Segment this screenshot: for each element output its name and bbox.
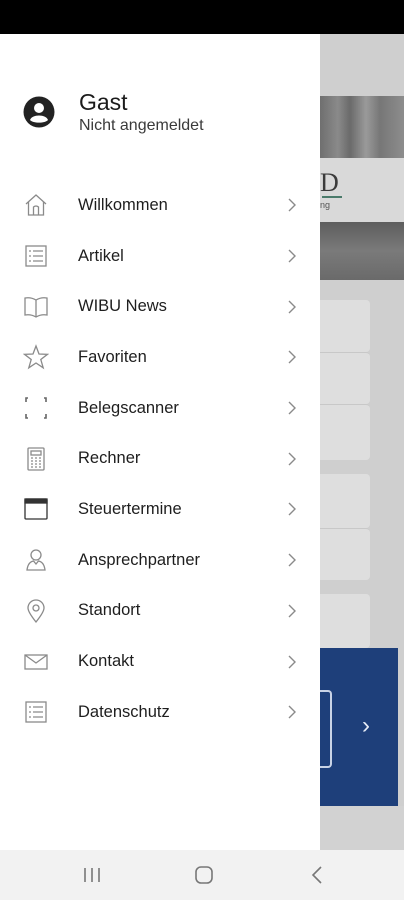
user-login-status: Nicht angemeldet [79, 117, 204, 134]
menu-item-label: Steuertermine [78, 499, 182, 518]
user-name: Gast [79, 89, 128, 115]
background-logo: D ng [320, 158, 404, 222]
chevron-right-icon [286, 299, 298, 315]
recent-apps-icon[interactable] [80, 864, 104, 886]
menu-item-belegscanner[interactable]: Belegscanner [0, 383, 320, 434]
chevron-right-icon [286, 248, 298, 264]
article-list-icon [23, 243, 49, 269]
menu-item-label: Belegscanner [78, 398, 179, 417]
device-outline-icon [320, 690, 332, 768]
background-logo-subtext: ng [320, 200, 331, 210]
menu-item-label: Artikel [78, 246, 124, 265]
status-bar [0, 0, 404, 34]
menu-item-steuertermine[interactable]: Steuertermine [0, 484, 320, 535]
home-button-icon[interactable] [192, 864, 216, 886]
calculator-icon [23, 446, 49, 472]
background-footer [320, 806, 404, 850]
background-logo-letter: D [320, 168, 339, 197]
menu-item-standort[interactable]: Standort [0, 586, 320, 637]
background-photo [320, 222, 404, 280]
menu-item-label: WIBU News [78, 297, 167, 316]
chevron-right-icon [286, 654, 298, 670]
menu-item-kontakt[interactable]: Kontakt [0, 636, 320, 687]
menu-item-label: Datenschutz [78, 702, 170, 721]
calendar-icon [23, 496, 49, 522]
menu-item-label: Kontakt [78, 652, 134, 671]
home-icon [23, 192, 49, 218]
menu-item-label: Standort [78, 601, 141, 620]
background-header-photo [320, 96, 404, 158]
document-list-icon [23, 699, 49, 725]
location-pin-icon [23, 598, 49, 624]
background-card [320, 300, 370, 352]
menu-item-datenschutz[interactable]: Datenschutz [0, 687, 320, 738]
background-card [320, 474, 370, 528]
background-promo-banner: › [320, 648, 398, 806]
menu-item-artikel[interactable]: Artikel [0, 231, 320, 282]
chevron-right-icon [286, 451, 298, 467]
menu-item-wibu-news[interactable]: WIBU News [0, 281, 320, 332]
person-icon [23, 547, 49, 573]
menu-item-label: Favoriten [78, 347, 147, 366]
chevron-right-icon [286, 603, 298, 619]
chevron-right-icon: › [362, 712, 370, 739]
scan-frame-icon [23, 395, 49, 421]
envelope-icon [23, 649, 49, 675]
background-card [320, 594, 370, 648]
chevron-right-icon [286, 552, 298, 568]
background-card [320, 404, 370, 460]
system-navigation-bar [0, 850, 404, 900]
chevron-right-icon [286, 349, 298, 365]
navigation-drawer: Gast Nicht angemeldet Willkommen Artikel… [0, 34, 320, 850]
menu-item-label: Rechner [78, 449, 141, 468]
account-circle-icon[interactable] [22, 95, 56, 129]
drawer-menu: Willkommen Artikel WIBU News Favoriten B… [0, 180, 320, 738]
back-icon[interactable] [306, 864, 330, 886]
chevron-right-icon [286, 501, 298, 517]
menu-item-label: Ansprechpartner [78, 550, 200, 569]
background-card [320, 528, 370, 580]
menu-item-ansprechpartner[interactable]: Ansprechpartner [0, 535, 320, 586]
open-book-icon [23, 294, 49, 320]
star-icon [22, 344, 50, 370]
background-card [320, 352, 370, 404]
chevron-right-icon [286, 197, 298, 213]
menu-item-label: Willkommen [78, 195, 168, 214]
chevron-right-icon [286, 704, 298, 720]
menu-item-favoriten[interactable]: Favoriten [0, 332, 320, 383]
chevron-right-icon [286, 400, 298, 416]
menu-item-willkommen[interactable]: Willkommen [0, 180, 320, 231]
menu-item-rechner[interactable]: Rechner [0, 433, 320, 484]
background-logo-underline [322, 196, 342, 198]
